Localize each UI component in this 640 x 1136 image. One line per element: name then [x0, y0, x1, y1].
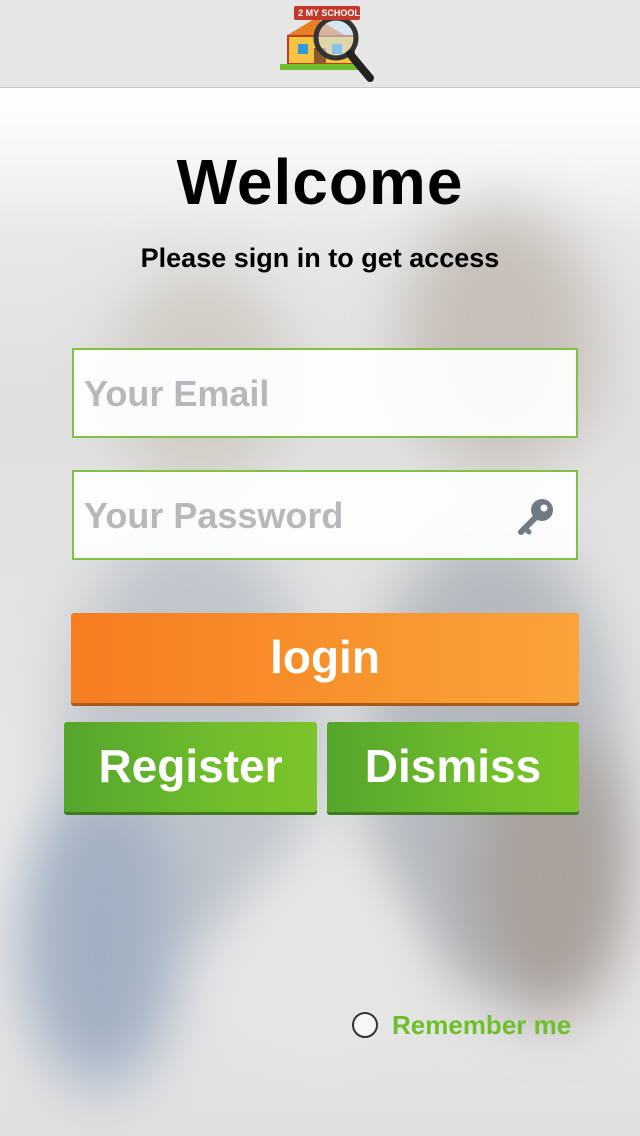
welcome-subtitle: Please sign in to get access: [140, 243, 500, 273]
password-input[interactable]: [82, 472, 506, 560]
remember-me-radio[interactable]: [352, 1012, 378, 1038]
email-field-container: [72, 348, 578, 438]
register-button[interactable]: Register: [64, 722, 317, 812]
top-header-bar: 2 MY SCHOOL: [0, 0, 640, 88]
welcome-title: Welcome: [176, 146, 464, 218]
login-button[interactable]: login: [71, 613, 579, 703]
email-input[interactable]: [82, 350, 506, 438]
remember-me-label: Remember me: [392, 1009, 572, 1040]
dismiss-button[interactable]: Dismiss: [327, 722, 579, 812]
key-icon: [518, 499, 553, 535]
password-field-container: [72, 470, 578, 560]
logo-text: 2 MY SCHOOL: [298, 6, 360, 20]
app-logo: 2 MY SCHOOL: [276, 2, 380, 86]
remember-me-option[interactable]: Remember me: [352, 1008, 571, 1042]
